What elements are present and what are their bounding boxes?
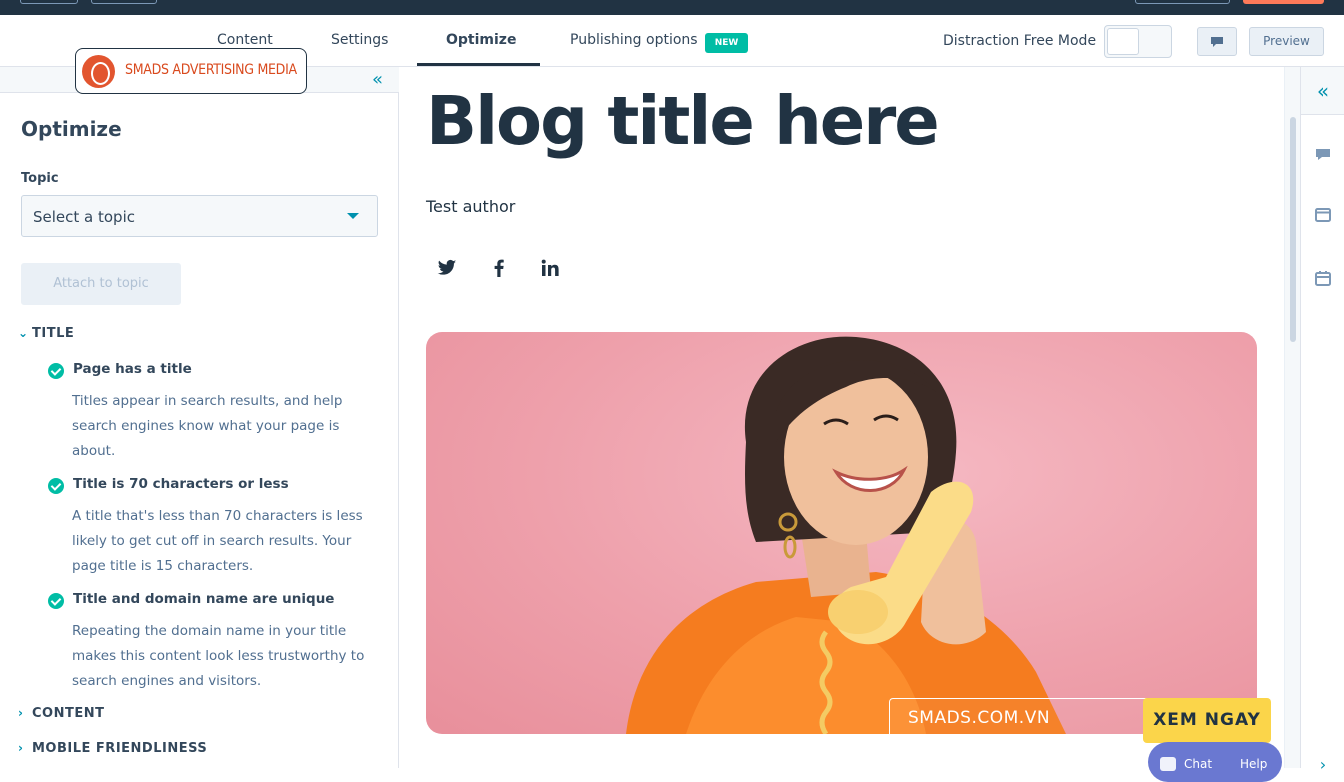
- section-content-label: CONTENT: [32, 706, 105, 721]
- topic-label: Topic: [21, 171, 59, 186]
- section-title[interactable]: ⌄ TITLE: [18, 326, 74, 341]
- comment-icon[interactable]: [1313, 147, 1333, 167]
- section-mobile-label: MOBILE FRIENDLINESS: [32, 741, 208, 756]
- save-button[interactable]: [1135, 0, 1230, 4]
- chevron-right-icon[interactable]: ›: [1313, 755, 1333, 775]
- publish-button[interactable]: [1243, 0, 1324, 4]
- check-description: A title that's less than 70 characters i…: [72, 508, 363, 574]
- smads-logo-mark-icon: [82, 55, 115, 88]
- right-tool-rail: « ›: [1300, 67, 1344, 774]
- check-description: Repeating the domain name in your title …: [72, 623, 365, 689]
- woman-on-phone-illustration: [626, 336, 1066, 734]
- check-item: Page has a title Titles appear in search…: [48, 361, 378, 461]
- smads-logo-overlay: SMADS ADVERTISING MEDIA: [75, 48, 307, 94]
- chat-widget[interactable]: Chat Help: [1148, 742, 1282, 782]
- chat-label: Chat: [1184, 757, 1213, 771]
- editor-scrollbar[interactable]: [1284, 67, 1300, 768]
- browser-window-icon[interactable]: [1313, 207, 1333, 227]
- chevron-right-icon: ›: [18, 706, 24, 720]
- new-badge: NEW: [705, 33, 748, 53]
- tab-settings[interactable]: Settings: [331, 32, 388, 48]
- check-title: Page has a title: [73, 361, 192, 377]
- preview-button[interactable]: Preview: [1249, 27, 1324, 56]
- check-circle-icon: [48, 478, 64, 494]
- check-title: Title is 70 characters or less: [73, 476, 289, 492]
- facebook-icon[interactable]: [487, 259, 511, 283]
- check-circle-icon: [48, 363, 64, 379]
- top-nav-bar: [0, 0, 1344, 15]
- hero-image[interactable]: [426, 332, 1257, 734]
- section-content[interactable]: › CONTENT: [18, 706, 104, 721]
- active-tab-indicator: [417, 63, 540, 66]
- nav-button[interactable]: [91, 0, 157, 4]
- optimize-sidebar: « Optimize Topic Select a topic Attach t…: [0, 67, 399, 768]
- scrollbar-thumb[interactable]: [1290, 117, 1296, 342]
- toggle-knob: [1107, 28, 1139, 55]
- caret-down-icon: [347, 213, 359, 219]
- editor-canvas: Blog title here Test author: [399, 67, 1300, 768]
- xem-ngay-button[interactable]: XEM NGAY: [1143, 698, 1271, 743]
- comments-button[interactable]: [1197, 27, 1237, 56]
- topic-select[interactable]: Select a topic: [21, 195, 378, 237]
- attach-to-topic-button[interactable]: Attach to topic: [21, 263, 181, 305]
- tab-optimize[interactable]: Optimize: [446, 32, 516, 48]
- double-chevron-left-icon[interactable]: «: [372, 69, 383, 90]
- tab-publishing-options[interactable]: Publishing options: [570, 32, 698, 48]
- distraction-free-toggle[interactable]: [1104, 25, 1172, 58]
- check-circle-icon: [48, 593, 64, 609]
- chevron-right-icon: ›: [18, 741, 24, 755]
- check-title: Title and domain name are unique: [73, 591, 335, 607]
- double-chevron-left-icon[interactable]: «: [1313, 79, 1333, 103]
- check-item: Title is 70 characters or less A title t…: [48, 476, 378, 576]
- chat-bubble-icon: [1160, 757, 1176, 771]
- twitter-icon[interactable]: [435, 259, 459, 283]
- section-mobile-friendliness[interactable]: › MOBILE FRIENDLINESS: [18, 741, 207, 756]
- comment-icon: [1211, 36, 1223, 47]
- linkedin-icon[interactable]: [538, 259, 562, 283]
- tab-content[interactable]: Content: [217, 32, 273, 48]
- distraction-free-mode-label: Distraction Free Mode: [943, 33, 1097, 49]
- chevron-down-icon: ⌄: [18, 326, 29, 340]
- smads-logo-text: SMADS ADVERTISING MEDIA: [125, 62, 297, 78]
- sidebar-title: Optimize: [21, 117, 122, 141]
- back-button[interactable]: [20, 0, 78, 4]
- calendar-icon[interactable]: [1313, 270, 1333, 290]
- section-title-label: TITLE: [32, 326, 75, 341]
- blog-author[interactable]: Test author: [426, 197, 515, 216]
- check-description: Titles appear in search results, and hel…: [72, 393, 343, 459]
- topic-select-value: Select a topic: [33, 208, 135, 226]
- help-label: Help: [1240, 757, 1268, 771]
- blog-title[interactable]: Blog title here: [426, 82, 940, 160]
- ad-url-text[interactable]: SMADS.COM.VN: [908, 708, 1050, 728]
- check-item: Title and domain name are unique Repeati…: [48, 591, 378, 691]
